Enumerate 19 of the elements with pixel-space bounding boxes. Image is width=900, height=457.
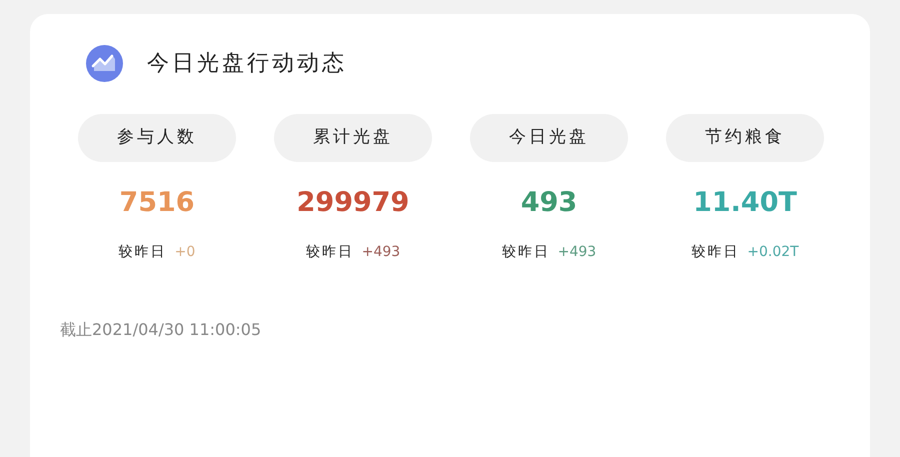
stat-value: 7516: [119, 186, 195, 220]
stat-label: 累计光盘: [274, 114, 432, 162]
delta-value: +493: [362, 242, 400, 262]
card-title: 今日光盘行动动态: [147, 50, 347, 78]
compare-label: 较昨日: [502, 242, 550, 262]
stat-label: 参与人数: [78, 114, 236, 162]
compare-label: 较昨日: [118, 242, 167, 262]
stat-value: 11.40T: [693, 186, 797, 220]
stat-value: 299979: [296, 186, 410, 220]
delta-value: +493: [558, 242, 596, 262]
compare-label: 较昨日: [691, 242, 740, 262]
stat-label: 节约粮食: [666, 114, 824, 162]
timestamp-text: 截止2021/04/30 11:00:05: [59, 318, 262, 340]
delta-value: +0: [174, 242, 196, 262]
stat-value: 493: [520, 186, 578, 220]
delta-value: +0.02T: [747, 242, 799, 262]
stat-label: 今日光盘: [470, 114, 628, 162]
compare-label: 较昨日: [306, 242, 354, 262]
trend-chart-icon: [86, 45, 123, 82]
